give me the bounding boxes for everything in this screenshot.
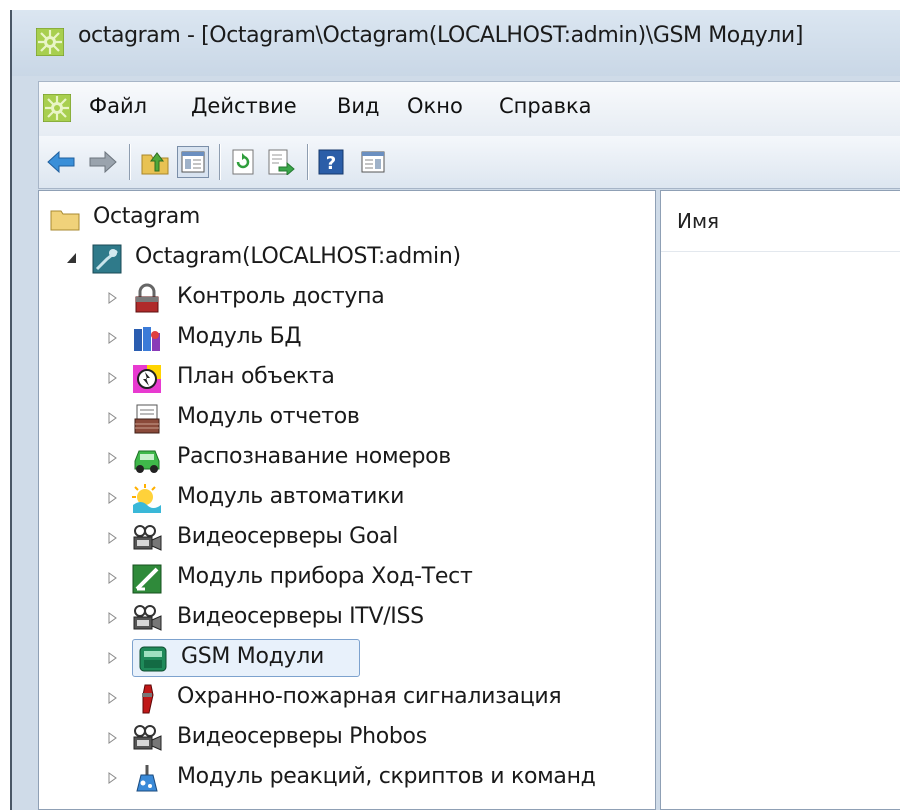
menu-action[interactable]: Действие bbox=[191, 94, 297, 118]
tree-item-label: Модуль прибора Ход-Тест bbox=[177, 564, 473, 589]
collapsed-arrow-icon[interactable] bbox=[105, 329, 119, 347]
forward-button[interactable] bbox=[87, 146, 119, 178]
floor-plan-icon bbox=[133, 365, 161, 393]
svg-text:?: ? bbox=[326, 153, 336, 174]
tree-root[interactable]: Octagram bbox=[39, 199, 649, 239]
tree-item-label: Видеосерверы Phobos bbox=[177, 724, 427, 749]
tree-item-label: GSM Модули bbox=[181, 644, 325, 669]
menu-bar: Файл Действие Вид Окно Справка bbox=[38, 81, 900, 137]
console-tree-button[interactable] bbox=[177, 146, 209, 178]
tree-root-label: Octagram bbox=[93, 204, 201, 229]
tree-item-label: Модуль автоматики bbox=[177, 484, 405, 509]
folder-icon bbox=[50, 210, 80, 231]
refresh-button[interactable] bbox=[227, 146, 259, 178]
lock-icon bbox=[135, 283, 159, 313]
device-test-icon bbox=[132, 564, 162, 594]
car-plate-icon bbox=[134, 450, 160, 473]
video-camera-icon bbox=[133, 725, 162, 751]
toolbar: ? bbox=[38, 136, 900, 189]
tree-item-label: Модуль БД bbox=[177, 324, 302, 349]
collapsed-arrow-icon[interactable] bbox=[105, 449, 119, 467]
tree-item-label: Контроль доступа bbox=[177, 284, 385, 309]
app-menu-icon[interactable] bbox=[43, 94, 71, 122]
collapsed-arrow-icon[interactable] bbox=[105, 729, 119, 747]
reports-icon bbox=[134, 404, 160, 434]
app-logo-icon bbox=[36, 28, 64, 56]
tree-item-label: Модуль реакций, скриптов и команд bbox=[177, 764, 596, 789]
tree-item[interactable]: Видеосерверы Phobos bbox=[39, 719, 649, 759]
back-arrow-icon bbox=[47, 150, 75, 174]
forward-arrow-icon bbox=[89, 150, 117, 174]
tree-item-label: Охранно-пожарная сигнализация bbox=[177, 684, 562, 709]
tree-item-label: Распознавание номеров bbox=[177, 444, 451, 469]
collapsed-arrow-icon[interactable] bbox=[105, 289, 119, 307]
tree-item[interactable]: Видеосерверы ITV/ISS bbox=[39, 599, 649, 639]
collapsed-arrow-icon[interactable] bbox=[105, 609, 119, 627]
up-level-button[interactable] bbox=[139, 146, 171, 178]
tree-item[interactable]: Видеосерверы Goal bbox=[39, 519, 649, 559]
automation-icon bbox=[132, 484, 161, 513]
tree-item[interactable]: Модуль БД bbox=[39, 319, 649, 359]
up-folder-icon bbox=[141, 152, 169, 175]
tree-server[interactable]: Octagram(LOCALHOST:admin) bbox=[39, 239, 649, 279]
toolbar-separator bbox=[307, 144, 309, 180]
tree-item[interactable]: Модуль отчетов bbox=[39, 399, 649, 439]
collapsed-arrow-icon[interactable] bbox=[105, 569, 119, 587]
back-button[interactable] bbox=[45, 146, 77, 178]
column-header-name[interactable]: Имя bbox=[661, 191, 900, 252]
help-button[interactable]: ? bbox=[315, 146, 347, 178]
server-icon bbox=[92, 244, 122, 274]
video-camera-icon bbox=[133, 605, 162, 631]
column-header-label: Имя bbox=[677, 209, 720, 233]
tree-item[interactable]: Контроль доступа bbox=[39, 279, 649, 319]
export-list-button[interactable] bbox=[265, 146, 297, 178]
title-bar[interactable]: octagram - [Octagram\Octagram(LOCALHOST:… bbox=[12, 10, 900, 76]
tree-item[interactable]: Распознавание номеров bbox=[39, 439, 649, 479]
database-icon bbox=[134, 327, 160, 351]
menu-view[interactable]: Вид bbox=[337, 94, 380, 118]
help-icon: ? bbox=[318, 149, 344, 175]
collapsed-arrow-icon[interactable] bbox=[105, 769, 119, 787]
console-tree: Octagram Octagram(LOCALHOST:admin) Контр… bbox=[38, 190, 656, 810]
fire-alarm-icon bbox=[142, 684, 154, 714]
scripts-icon bbox=[136, 765, 158, 792]
collapsed-arrow-icon[interactable] bbox=[105, 649, 119, 667]
tree-item[interactable]: Охранно-пожарная сигнализация bbox=[39, 679, 649, 719]
collapsed-arrow-icon[interactable] bbox=[105, 489, 119, 507]
window-title: octagram - [Octagram\Octagram(LOCALHOST:… bbox=[78, 23, 804, 48]
show-hide-action-pane-icon bbox=[361, 151, 385, 173]
tree-item-label: Видеосерверы Goal bbox=[177, 524, 399, 549]
tree-item[interactable]: Модуль реакций, скриптов и команд bbox=[39, 759, 649, 799]
menu-window[interactable]: Окно bbox=[407, 94, 463, 118]
tree-item-label: Модуль отчетов bbox=[177, 404, 360, 429]
refresh-icon bbox=[232, 149, 254, 175]
export-list-icon bbox=[268, 149, 295, 175]
result-pane: Имя bbox=[660, 190, 900, 810]
main-window: octagram - [Octagram\Octagram(LOCALHOST:… bbox=[10, 10, 900, 810]
collapsed-arrow-icon[interactable] bbox=[105, 689, 119, 707]
expanded-arrow-icon[interactable] bbox=[65, 249, 79, 267]
tree-item[interactable]: Модуль автоматики bbox=[39, 479, 649, 519]
tree-server-label: Octagram(LOCALHOST:admin) bbox=[135, 244, 461, 269]
gsm-module-icon bbox=[139, 646, 167, 672]
tree-item-label: Видеосерверы ITV/ISS bbox=[177, 604, 424, 629]
toolbar-separator bbox=[129, 144, 131, 180]
video-camera-icon bbox=[133, 525, 162, 551]
tree-item[interactable]: План объекта bbox=[39, 359, 649, 399]
show-hide-console-tree-icon bbox=[181, 151, 205, 173]
action-pane-button[interactable] bbox=[357, 146, 389, 178]
collapsed-arrow-icon[interactable] bbox=[105, 409, 119, 427]
tree-item[interactable]: Модуль прибора Ход-Тест bbox=[39, 559, 649, 599]
toolbar-separator bbox=[219, 144, 221, 180]
tree-item-label: План объекта bbox=[177, 364, 335, 389]
menu-file[interactable]: Файл bbox=[89, 94, 147, 118]
collapsed-arrow-icon[interactable] bbox=[105, 529, 119, 547]
tree-item-selected[interactable]: GSM Модули bbox=[39, 639, 649, 679]
menu-help[interactable]: Справка bbox=[499, 94, 592, 118]
collapsed-arrow-icon[interactable] bbox=[105, 369, 119, 387]
